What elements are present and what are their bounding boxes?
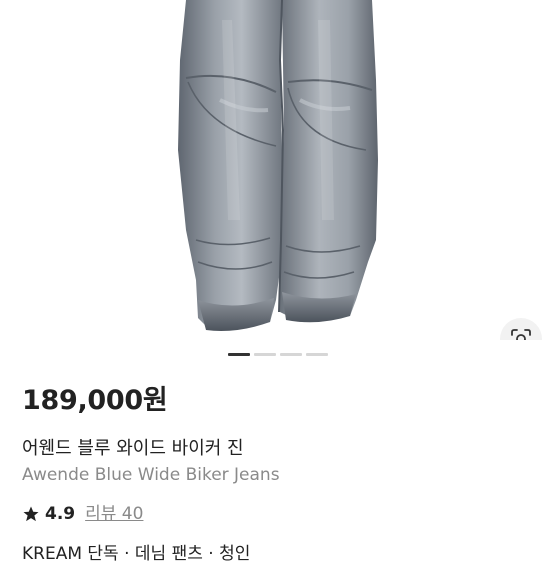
pager-dot[interactable]	[280, 353, 302, 356]
pager-dot[interactable]	[306, 353, 328, 356]
product-title-english: Awende Blue Wide Biker Jeans	[22, 465, 280, 485]
product-price: 189,000원	[22, 385, 168, 416]
rating-value: 4.9	[45, 504, 76, 524]
star-icon	[22, 505, 40, 523]
product-tags[interactable]: KREAM 단독 · 데님 팬츠 · 청인	[22, 543, 250, 565]
pager-dot[interactable]	[254, 353, 276, 356]
product-image[interactable]	[0, 0, 554, 340]
jeans-photo	[178, 0, 378, 331]
product-title-korean: 어웬드 블루 와이드 바이커 진	[22, 438, 244, 459]
review-count-link[interactable]: 리뷰 40	[85, 503, 143, 525]
visual-search-icon	[511, 329, 531, 340]
image-pager	[228, 353, 328, 356]
rating-row: 4.9 리뷰 40	[22, 503, 143, 525]
pager-dot[interactable]	[228, 353, 250, 356]
